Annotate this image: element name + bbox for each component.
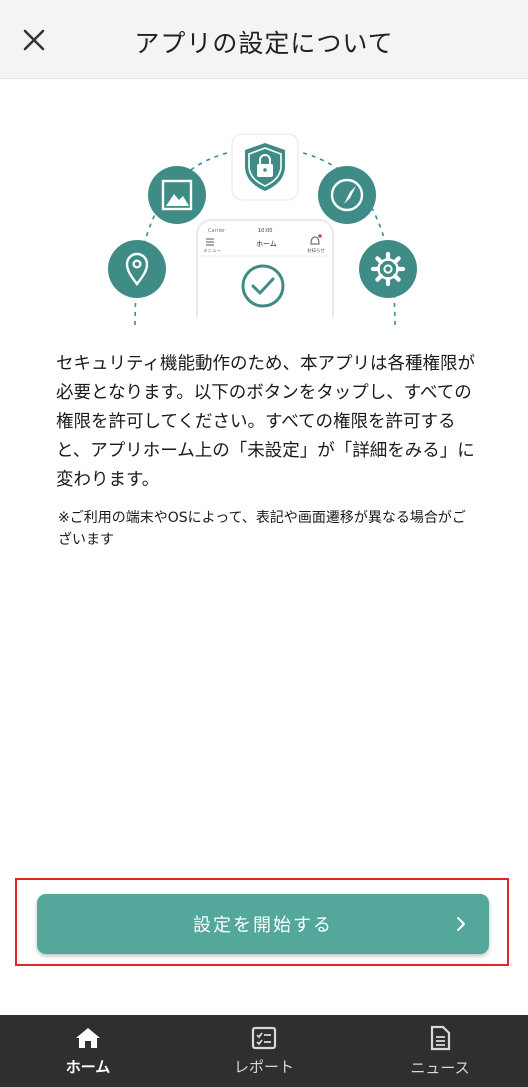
location-icon <box>108 240 166 298</box>
phone-title: ホーム <box>256 240 277 248</box>
shield-lock-icon <box>231 133 299 201</box>
phone-mockup: Carrier 10:00 メニュー ホーム お知らせ <box>190 219 340 325</box>
start-settings-label: 設定を開始する <box>193 915 333 936</box>
nav-item-home[interactable]: ホーム <box>0 1015 176 1087</box>
nav-label-report: レポート <box>233 1057 294 1076</box>
settings-info-screen: アプリの設定について Carrier 10:00 メニュー ホーム お知らせ セ… <box>0 0 528 1087</box>
description-text: セキュリティ機能動作のため、本アプリは各種権限が必要となります。以下のボタンをタ… <box>56 354 475 490</box>
header-bar: アプリの設定について <box>0 0 528 79</box>
phone-time: 10:00 <box>258 228 272 234</box>
permissions-illustration: Carrier 10:00 メニュー ホーム お知らせ <box>108 133 417 325</box>
gear-icon <box>359 240 417 298</box>
start-settings-button[interactable]: 設定を開始する <box>37 894 489 954</box>
page-title: アプリの設定について <box>134 29 394 58</box>
bottom-nav: ホーム レポート ニュース <box>0 1015 528 1087</box>
phone-notification-label: お知らせ <box>307 247 325 254</box>
nav-label-news: ニュース <box>410 1058 470 1077</box>
report-icon <box>251 1026 277 1049</box>
nav-label-home: ホーム <box>65 1057 111 1076</box>
chevron-right-icon <box>457 917 465 931</box>
phone-carrier: Carrier <box>208 228 226 234</box>
home-icon <box>76 1027 100 1048</box>
image-icon <box>148 166 206 224</box>
nav-item-news[interactable]: ニュース <box>352 1015 528 1087</box>
nav-item-report[interactable]: レポート <box>176 1015 352 1087</box>
news-icon <box>430 1025 451 1050</box>
note-text: ※ご利用の端末やOSによって、表記や画面遷移が異なる場合がございます <box>58 510 466 548</box>
compass-icon <box>318 166 376 224</box>
phone-menu-label: メニュー <box>203 248 221 254</box>
